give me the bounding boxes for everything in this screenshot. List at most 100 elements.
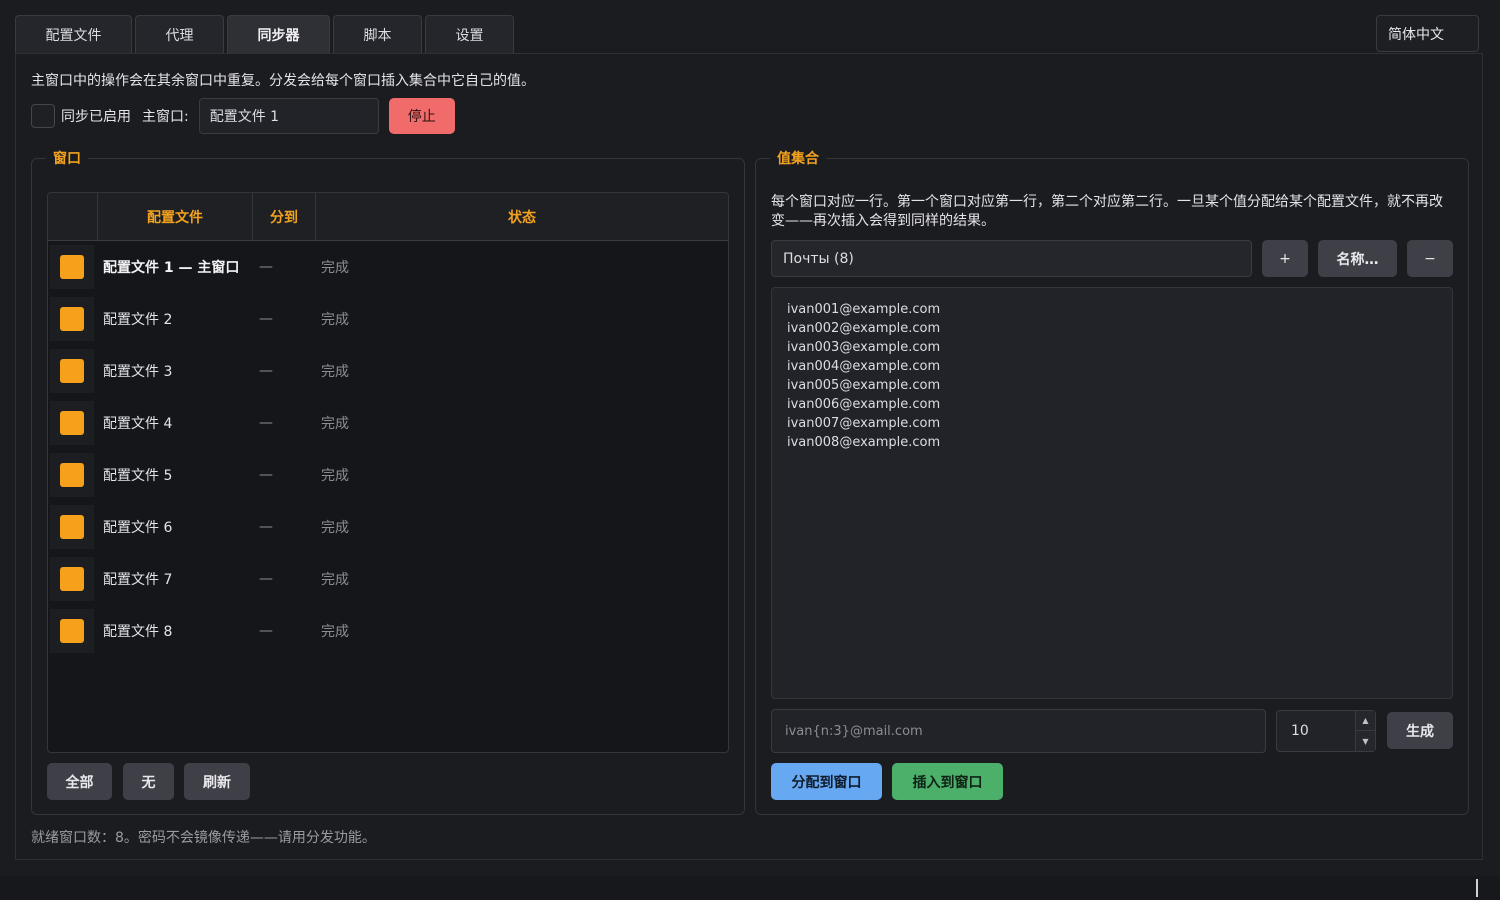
table-row[interactable]: 配置文件 7 — 完成	[48, 553, 728, 605]
row-assigned: —	[259, 519, 273, 535]
resize-grip-icon[interactable]	[1476, 879, 1478, 897]
row-checkbox-cell	[48, 241, 98, 293]
row-assigned: —	[259, 415, 273, 431]
row-profile-name: 配置文件 6	[103, 520, 173, 536]
remove-set-button[interactable]: −	[1407, 240, 1453, 277]
row-status: 完成	[321, 416, 349, 432]
row-profile-name: 配置文件 2	[103, 312, 173, 328]
row-checkbox[interactable]	[50, 453, 94, 497]
sync-controls: 同步已启用 主窗口: 配置文件 1 停止	[31, 98, 455, 134]
row-profile-name: 配置文件 4	[103, 416, 173, 432]
row-status: 完成	[321, 260, 349, 276]
distribute-to-windows-button[interactable]: 分配到窗口	[771, 763, 882, 800]
row-status: 完成	[321, 572, 349, 588]
insert-to-windows-button[interactable]: 插入到窗口	[892, 763, 1003, 800]
select-all-button[interactable]: 全部	[47, 763, 112, 800]
checkbox-checked-icon	[60, 567, 84, 591]
header-profile[interactable]: 配置文件	[98, 193, 253, 240]
rename-set-button[interactable]: 名称…	[1318, 240, 1397, 277]
header-checkbox-column[interactable]	[48, 193, 98, 240]
checkbox-checked-icon	[60, 255, 84, 279]
table-row[interactable]: 配置文件 6 — 完成	[48, 501, 728, 553]
row-checkbox[interactable]	[50, 609, 94, 653]
table-row[interactable]: 配置文件 3 — 完成	[48, 345, 728, 397]
generate-button[interactable]: 生成	[1387, 712, 1453, 749]
add-set-button[interactable]: +	[1262, 240, 1308, 277]
value-line: ivan005@example.com	[787, 378, 941, 393]
row-checkbox-cell	[48, 293, 98, 345]
main-window-label: 主窗口:	[142, 109, 189, 125]
table-row[interactable]: 配置文件 2 — 完成	[48, 293, 728, 345]
row-status: 完成	[321, 312, 349, 328]
tab-scripts[interactable]: 脚本	[333, 15, 422, 54]
stop-button[interactable]: 停止	[388, 98, 455, 134]
row-checkbox[interactable]	[50, 245, 94, 289]
row-checkbox[interactable]	[50, 297, 94, 341]
sync-enabled-label: 同步已启用	[61, 109, 131, 125]
value-line: ivan006@example.com	[787, 397, 941, 412]
value-set-select[interactable]: Почты (8)	[771, 240, 1252, 277]
row-checkbox[interactable]	[50, 557, 94, 601]
row-status: 完成	[321, 468, 349, 484]
checkbox-checked-icon	[60, 307, 84, 331]
pattern-input[interactable]: ivan{n:3}@mail.com	[771, 709, 1266, 753]
row-assigned: —	[259, 259, 273, 275]
refresh-button[interactable]: 刷新	[184, 763, 250, 800]
table-row[interactable]: 配置文件 8 — 完成	[48, 605, 728, 657]
row-checkbox[interactable]	[50, 349, 94, 393]
table-row[interactable]: 配置文件 1 — 主窗口 — 完成	[48, 241, 728, 293]
windows-group-title: 窗口	[46, 148, 88, 168]
value-sets-group-title: 值集合	[770, 148, 826, 168]
select-none-button[interactable]: 无	[123, 763, 174, 800]
row-checkbox-cell	[48, 345, 98, 397]
row-profile-name: 配置文件 3	[103, 364, 173, 380]
tab-proxies[interactable]: 代理	[135, 15, 224, 54]
row-status: 完成	[321, 624, 349, 640]
values-textarea[interactable]: ivan001@example.com ivan002@example.com …	[771, 287, 1453, 699]
table-row[interactable]: 配置文件 4 — 完成	[48, 397, 728, 449]
checkbox-checked-icon	[60, 515, 84, 539]
row-checkbox-cell	[48, 449, 98, 501]
row-assigned: —	[259, 363, 273, 379]
checkbox-checked-icon	[60, 463, 84, 487]
tab-bar: 配置文件 代理 同步器 脚本 设置	[15, 15, 514, 54]
header-assigned[interactable]: 分到	[253, 193, 316, 240]
row-assigned: —	[259, 467, 273, 483]
row-checkbox-cell	[48, 501, 98, 553]
table-header: 配置文件 分到 状态	[48, 193, 728, 241]
header-status[interactable]: 状态	[316, 193, 728, 240]
count-spinbox[interactable]: 10 ▲ ▼	[1276, 710, 1376, 752]
row-checkbox-cell	[48, 397, 98, 449]
row-status: 完成	[321, 364, 349, 380]
row-profile-name: 配置文件 7	[103, 572, 173, 588]
synchronizer-description: 主窗口中的操作会在其余窗口中重复。分发会给每个窗口插入集合中它自己的值。	[31, 73, 535, 89]
count-value: 10	[1291, 723, 1309, 739]
checkbox-checked-icon	[60, 619, 84, 643]
row-checkbox[interactable]	[50, 505, 94, 549]
row-status: 完成	[321, 520, 349, 536]
row-checkbox-cell	[48, 553, 98, 605]
row-assigned: —	[259, 571, 273, 587]
value-line: ivan007@example.com	[787, 416, 941, 431]
table-row[interactable]: 配置文件 5 — 完成	[48, 449, 728, 501]
tab-synchronizer[interactable]: 同步器	[227, 15, 330, 54]
row-profile-name: 配置文件 8	[103, 624, 173, 640]
bottom-bar	[0, 876, 1500, 900]
value-sets-description: 每个窗口对应一行。第一个窗口对应第一行，第二个对应第二行。一旦某个值分配给某个配…	[771, 194, 1443, 229]
row-assigned: —	[259, 311, 273, 327]
value-line: ivan001@example.com	[787, 302, 941, 317]
value-line: ivan002@example.com	[787, 321, 941, 336]
language-select[interactable]: 简体中文	[1376, 15, 1479, 52]
row-checkbox[interactable]	[50, 401, 94, 445]
sync-enabled-checkbox[interactable]	[31, 104, 55, 128]
checkbox-checked-icon	[60, 359, 84, 383]
row-checkbox-cell	[48, 605, 98, 657]
spin-down-icon[interactable]: ▼	[1355, 731, 1375, 751]
spin-arrows: ▲ ▼	[1355, 711, 1375, 751]
value-line: ivan008@example.com	[787, 435, 941, 450]
spin-up-icon[interactable]: ▲	[1355, 711, 1375, 731]
main-window-select[interactable]: 配置文件 1	[198, 98, 379, 134]
tab-settings[interactable]: 设置	[425, 15, 514, 54]
tab-profiles[interactable]: 配置文件	[15, 15, 132, 54]
row-profile-name: 配置文件 5	[103, 468, 173, 484]
